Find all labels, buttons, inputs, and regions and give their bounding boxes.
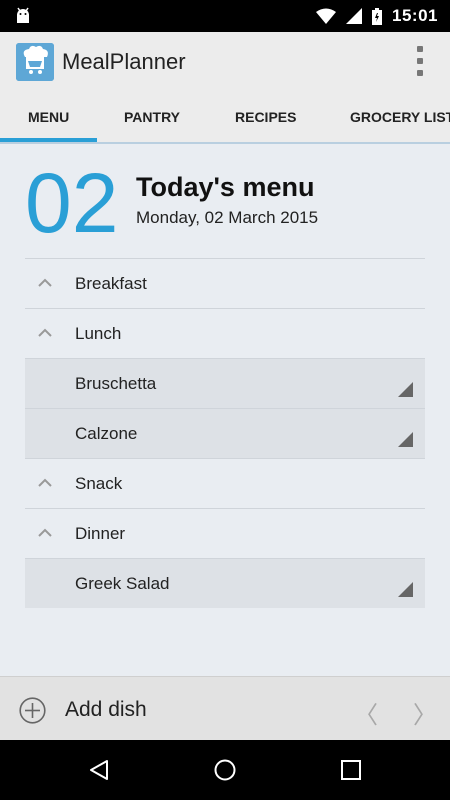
home-icon[interactable]	[213, 758, 237, 782]
dish-options-corner-icon[interactable]	[398, 382, 413, 397]
signal-icon	[346, 8, 363, 24]
tab-recipes[interactable]: RECIPES	[235, 92, 296, 142]
meal-label: Dinner	[75, 523, 126, 543]
active-tab-indicator	[0, 138, 97, 142]
add-dish-button[interactable]: Add dish	[65, 698, 147, 722]
android-debug-icon	[17, 7, 29, 23]
day-number: 02	[25, 156, 119, 250]
tab-grocery-list[interactable]: GROCERY LIST	[350, 92, 450, 142]
meal-label: Snack	[75, 473, 123, 493]
chevron-up-icon[interactable]	[37, 276, 53, 288]
overflow-menu-icon[interactable]	[416, 46, 424, 76]
back-icon[interactable]	[87, 758, 111, 782]
page-title: Today's menu	[136, 172, 315, 202]
tab-menu[interactable]: MENU	[28, 92, 69, 142]
wifi-icon	[316, 8, 337, 24]
chevron-up-icon[interactable]	[37, 526, 53, 538]
status-bar: 15:01	[0, 0, 450, 32]
menu-date: Monday, 02 March 2015	[136, 208, 319, 227]
tab-bar: MENU PANTRY RECIPES GROCERY LIST	[0, 92, 450, 144]
previous-day-button[interactable]: 〈	[354, 695, 378, 730]
dish-row-bruschetta[interactable]: Bruschetta	[25, 359, 425, 409]
add-circle-icon[interactable]	[19, 697, 46, 724]
meal-row-dinner[interactable]: Dinner	[25, 509, 425, 559]
meal-row-breakfast[interactable]: Breakfast	[25, 259, 425, 309]
dish-label: Calzone	[75, 423, 138, 443]
next-day-button[interactable]: 〉	[413, 695, 437, 730]
meal-row-snack[interactable]: Snack	[25, 459, 425, 509]
meal-label: Breakfast	[75, 273, 147, 293]
recent-apps-icon[interactable]	[339, 758, 363, 782]
chevron-up-icon[interactable]	[37, 476, 53, 488]
meal-label: Lunch	[75, 323, 122, 343]
dish-row-calzone[interactable]: Calzone	[25, 409, 425, 459]
dish-label: Bruschetta	[75, 373, 157, 393]
battery-icon	[372, 7, 383, 25]
dish-options-corner-icon[interactable]	[398, 582, 413, 597]
tab-pantry[interactable]: PANTRY	[124, 92, 180, 142]
meal-list: Breakfast Lunch Bruschetta Calzone Snack…	[25, 258, 425, 608]
meal-row-lunch[interactable]: Lunch	[25, 309, 425, 359]
dish-options-corner-icon[interactable]	[398, 432, 413, 447]
dish-label: Greek Salad	[75, 573, 170, 593]
app-logo-icon	[16, 43, 54, 81]
chevron-up-icon[interactable]	[37, 326, 53, 338]
dish-row-greek-salad[interactable]: Greek Salad	[25, 559, 425, 608]
action-bar: MealPlanner	[0, 32, 450, 92]
system-nav-bar	[0, 740, 450, 800]
status-time: 15:01	[392, 6, 438, 25]
app-title: MealPlanner	[62, 49, 186, 74]
bottom-action-bar: Add dish 〈 〉	[0, 676, 450, 741]
